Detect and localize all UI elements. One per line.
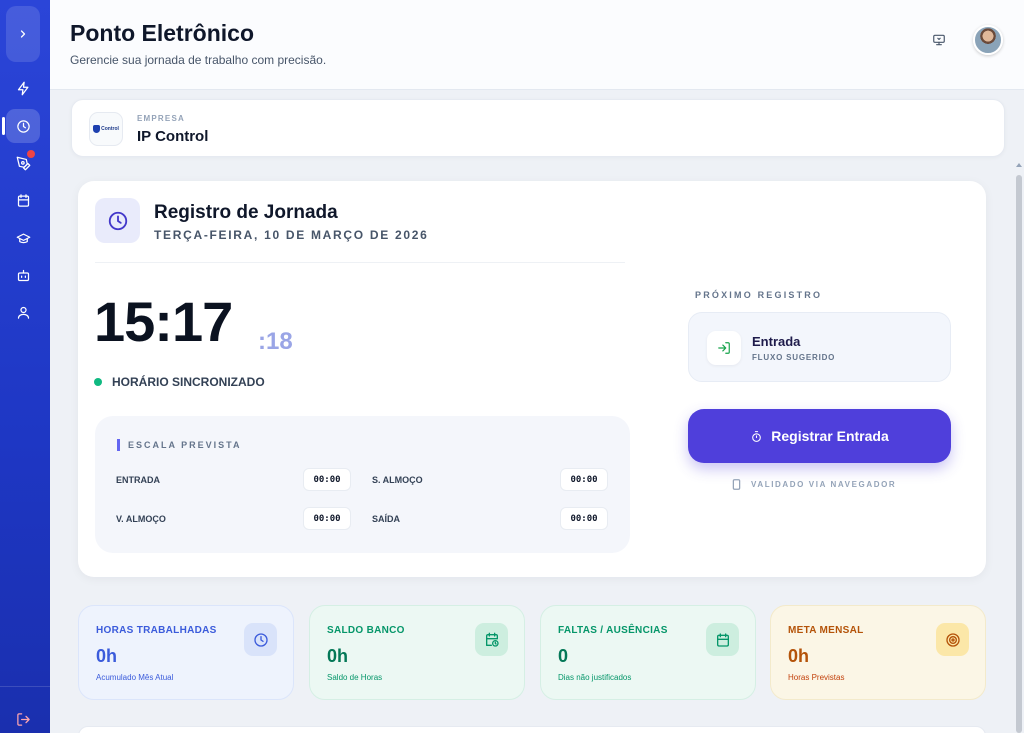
sidebar-item-assistente[interactable] (6, 258, 40, 292)
stat-horas-trabalhadas: HORAS TRABALHADAS 0h Acumulado Mês Atual (78, 605, 294, 700)
clock-icon (16, 119, 30, 133)
stat-icon-box (706, 623, 739, 656)
proximo-registro-subtitle: FLUXO SUGERIDO (752, 353, 836, 362)
monitor-icon (933, 34, 945, 46)
current-seconds: :18 (258, 328, 293, 355)
registrar-entrada-button[interactable]: Registrar Entrada (688, 409, 951, 463)
clock-icon (108, 211, 127, 230)
company-label: EMPRESA (137, 114, 185, 123)
current-time: 15:17 (94, 290, 233, 353)
registrar-entrada-label: Registrar Entrada (771, 428, 889, 444)
stopwatch-icon (752, 430, 762, 442)
stat-value: 0h (788, 646, 810, 666)
escala-s-almoco-value: 00:00 (560, 468, 608, 491)
shield-icon (93, 125, 101, 133)
registro-icon-box (95, 198, 140, 243)
escala-prevista-panel: ESCALA PREVISTA ENTRADA 00:00 S. ALMOÇO … (95, 416, 630, 553)
escala-saida-value: 00:00 (560, 507, 608, 530)
login-icon (718, 342, 730, 354)
logout-button[interactable] (6, 702, 40, 733)
user-avatar[interactable] (973, 25, 1003, 55)
page-subtitle: Gerencie sua jornada de trabalho com pre… (70, 53, 327, 67)
scroll-up-arrow[interactable] (1016, 163, 1022, 167)
sidebar-item-perfil[interactable] (6, 295, 40, 329)
sidebar-item-ponto[interactable] (2, 109, 40, 143)
stat-subtitle: Acumulado Mês Atual (96, 673, 174, 682)
sidebar-divider (0, 686, 50, 687)
sidebar-item-dashboard[interactable] (6, 71, 40, 105)
stat-label: SALDO BANCO (327, 625, 405, 636)
zap-icon (17, 81, 28, 95)
escala-entrada-label: ENTRADA (116, 475, 160, 485)
validation-text: VALIDADO VIA NAVEGADOR (751, 480, 897, 489)
escala-saida-label: SAÍDA (372, 514, 401, 524)
next-section-card (78, 726, 986, 733)
page-header: Ponto Eletrônico Gerencie sua jornada de… (50, 0, 1024, 90)
stat-subtitle: Dias não justificados (558, 673, 632, 682)
graduation-cap-icon (16, 233, 30, 243)
calendar-icon (17, 193, 29, 207)
escala-v-almoco-label: V. ALMOÇO (116, 514, 166, 524)
stat-label: HORAS TRABALHADAS (96, 625, 217, 636)
validation-note: VALIDADO VIA NAVEGADOR (732, 479, 896, 490)
sync-dot-icon (94, 378, 102, 386)
registro-title: Registro de Jornada (154, 202, 338, 223)
page-title: Ponto Eletrônico (70, 20, 254, 46)
stat-subtitle: Saldo de Horas (327, 673, 383, 682)
user-icon (17, 306, 29, 319)
sidebar-item-assinaturas[interactable] (6, 146, 40, 180)
proximo-registro-title: Entrada (752, 334, 801, 349)
sidebar-expand-button[interactable] (6, 6, 40, 62)
logout-icon (16, 712, 30, 726)
sidebar-item-calendario[interactable] (6, 183, 40, 217)
chevron-right-icon (20, 30, 26, 38)
stat-label: META MENSAL (788, 625, 864, 636)
escala-title: ESCALA PREVISTA (117, 439, 242, 451)
stat-value: 0h (327, 646, 349, 666)
smartphone-icon (732, 479, 741, 490)
registro-card: Registro de Jornada TERÇA-FEIRA, 10 DE M… (78, 181, 986, 577)
proximo-registro-label: PRÓXIMO REGISTRO (695, 290, 823, 300)
scrollbar-thumb[interactable] (1016, 175, 1022, 733)
company-logo: Control (89, 112, 123, 146)
calendar-clock-icon (485, 632, 499, 647)
stat-label: FALTAS / AUSÊNCIAS (558, 625, 668, 636)
sidebar (0, 0, 50, 733)
stat-value: 0 (558, 646, 569, 666)
stat-meta-mensal: META MENSAL 0h Horas Previstas (770, 605, 986, 700)
company-logo-text: Control (101, 126, 119, 132)
stat-saldo-banco: SALDO BANCO 0h Saldo de Horas (309, 605, 525, 700)
clock-icon (253, 632, 268, 647)
escala-s-almoco-label: S. ALMOÇO (372, 475, 423, 485)
proximo-registro-card: Entrada FLUXO SUGERIDO (688, 312, 951, 382)
company-name: IP Control (137, 128, 209, 145)
stat-icon-box (936, 623, 969, 656)
stat-icon-box (244, 623, 277, 656)
escala-entrada-value: 00:00 (303, 468, 351, 491)
calendar-icon (716, 632, 729, 647)
divider (95, 262, 625, 263)
sync-status: HORÁRIO SINCRONIZADO (94, 375, 265, 389)
escala-v-almoco-value: 00:00 (303, 507, 351, 530)
notification-badge (27, 150, 35, 158)
stat-faltas-ausencias: FALTAS / AUSÊNCIAS 0 Dias não justificad… (540, 605, 756, 700)
sidebar-item-treinamentos[interactable] (6, 221, 40, 255)
stat-subtitle: Horas Previstas (788, 673, 845, 682)
sync-status-text: HORÁRIO SINCRONIZADO (112, 375, 265, 389)
registro-date: TERÇA-FEIRA, 10 DE MARÇO DE 2026 (154, 228, 429, 242)
stat-value: 0h (96, 646, 118, 666)
company-card: Control EMPRESA IP Control (71, 99, 1005, 157)
display-settings-button[interactable] (932, 33, 948, 49)
pen-tool-icon (16, 156, 30, 170)
proximo-icon-box (707, 331, 741, 365)
target-icon (945, 632, 960, 647)
bot-icon (17, 269, 29, 281)
stat-icon-box (475, 623, 508, 656)
